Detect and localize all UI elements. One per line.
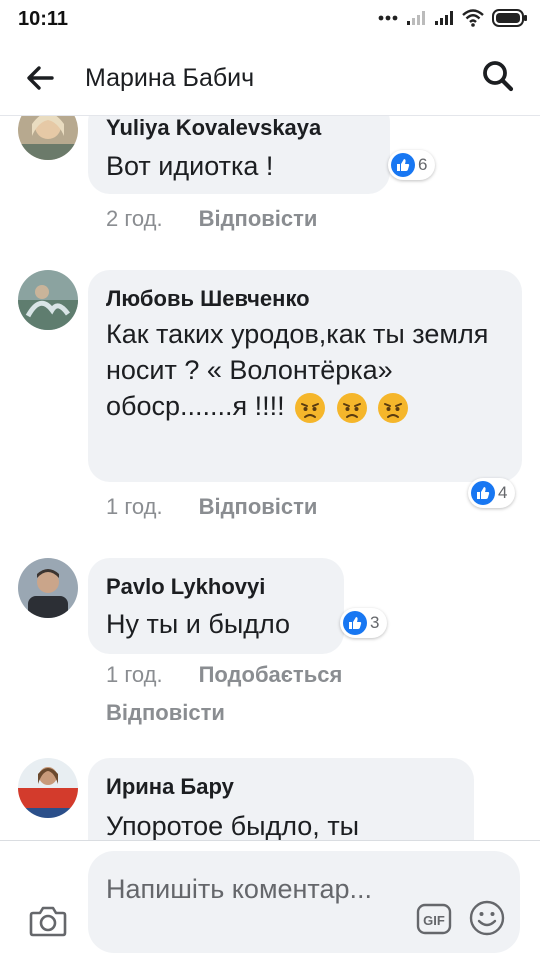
battery-icon	[492, 9, 527, 27]
status-time: 10:11	[18, 8, 69, 30]
comment-bubble[interactable]: Любовь Шевченко Как таких уродов,как ты …	[88, 270, 522, 482]
avatar[interactable]	[18, 758, 78, 818]
comment-meta: 2 год. Відповісти	[106, 206, 317, 232]
comment-text: Ну ты и быдло	[106, 609, 291, 639]
reply-link[interactable]: Відповісти	[199, 494, 318, 519]
comment-text: Как таких уродов,как ты земля носит ? « …	[106, 316, 506, 424]
status-icons	[378, 9, 528, 27]
comment-meta-row-2: Відповісти	[106, 700, 225, 726]
comment-bubble[interactable]: Pavlo Lykhovyi Ну ты и быдло	[88, 558, 344, 654]
like-icon	[391, 153, 415, 177]
comment-time[interactable]: 1 год.	[106, 662, 163, 687]
smiley-icon	[469, 900, 505, 936]
angry-face-icon	[378, 392, 409, 423]
comment-meta: 1 год. Подобається	[106, 662, 342, 688]
reply-link[interactable]: Відповісти	[106, 700, 225, 725]
header-bar: Марина Бабич	[0, 38, 540, 116]
wifi-icon	[462, 9, 484, 27]
back-button[interactable]	[22, 60, 58, 96]
comment-time[interactable]: 1 год.	[106, 494, 163, 519]
svg-text:GIF: GIF	[423, 913, 445, 928]
like-link[interactable]: Подобається	[199, 662, 343, 687]
signal-weak-icon	[407, 11, 425, 25]
avatar[interactable]	[18, 270, 78, 330]
comment-author[interactable]: Pavlo Lykhovyi	[106, 574, 265, 600]
comment-time[interactable]: 2 год.	[106, 206, 163, 231]
reaction-count: 4	[498, 483, 508, 502]
more-dots-icon	[378, 15, 398, 21]
camera-icon	[29, 906, 67, 937]
comment-meta: 1 год. Відповісти	[106, 494, 317, 520]
angry-face-icon	[295, 392, 326, 423]
avatar[interactable]	[18, 558, 78, 618]
comment-text: Упоротое быдло, ты	[106, 811, 360, 840]
comment-author[interactable]: Yuliya Kovalevskaya	[106, 116, 321, 141]
comment-bubble[interactable]: Yuliya Kovalevskaya Вот идиотка !	[88, 116, 390, 194]
status-bar: 10:11	[0, 0, 540, 38]
reaction-badge[interactable]: 4	[468, 478, 516, 508]
back-arrow-icon	[27, 66, 54, 90]
page-title: Марина Бабич	[85, 64, 255, 92]
comment-author[interactable]: Любовь Шевченко	[106, 286, 310, 312]
reaction-count: 3	[370, 613, 380, 632]
comment-composer: Напишіть коментар... GIF	[0, 840, 540, 960]
comment-placeholder: Напишіть коментар...	[106, 874, 373, 904]
camera-button[interactable]	[28, 901, 68, 941]
angry-face-icon	[336, 392, 367, 423]
gif-icon: GIF	[416, 903, 452, 935]
like-icon	[471, 481, 495, 505]
reply-link[interactable]: Відповісти	[199, 206, 318, 231]
angry-emoji-group	[285, 391, 410, 423]
like-icon	[343, 611, 367, 635]
search-icon	[483, 61, 514, 92]
avatar[interactable]	[18, 116, 78, 160]
comments-list: Yuliya Kovalevskaya Вот идиотка ! 6 2 го…	[0, 116, 540, 840]
reaction-count: 6	[418, 155, 428, 174]
emoji-button[interactable]	[468, 899, 506, 937]
reaction-badge[interactable]: 3	[340, 608, 388, 638]
reaction-badge[interactable]: 6	[388, 150, 436, 180]
gif-button[interactable]: GIF	[416, 901, 452, 937]
comment-author[interactable]: Ирина Бару	[106, 774, 234, 800]
comment-text: Вот идиотка !	[106, 151, 274, 181]
comment-input[interactable]: Напишіть коментар... GIF	[88, 851, 520, 953]
search-button[interactable]	[480, 58, 516, 94]
comment-bubble[interactable]: Ирина Бару Упоротое быдло, ты	[88, 758, 474, 840]
signal-icon	[435, 11, 453, 25]
